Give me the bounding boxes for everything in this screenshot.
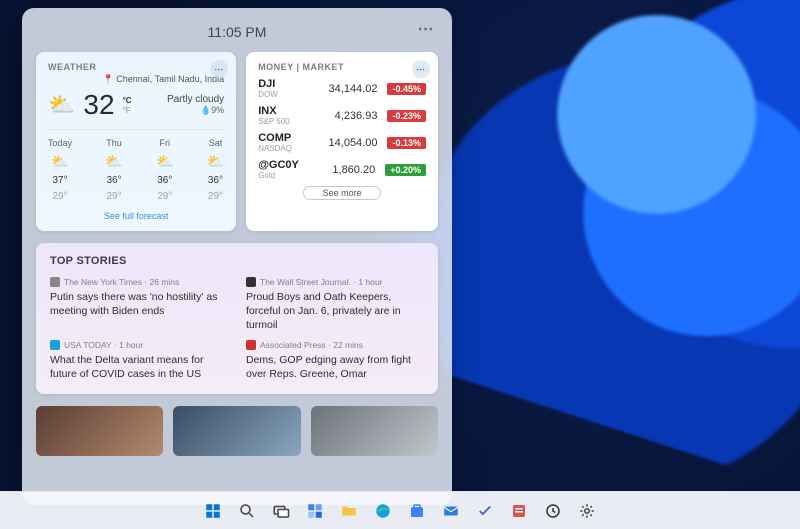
taskbar: [0, 491, 800, 529]
section-label: WEATHER: [48, 62, 224, 72]
see-more-button[interactable]: See more: [303, 186, 381, 200]
weather-card[interactable]: ⋯ WEATHER 📍 Chennai, Tamil Nadu, India ⛅…: [36, 52, 236, 231]
widgets-header: 11:05 PM ⋯: [36, 18, 438, 46]
section-label: TOP STORIES: [50, 255, 424, 267]
weather-humidity: 💧9%: [167, 105, 224, 116]
see-full-forecast-link[interactable]: See full forecast: [48, 211, 224, 221]
widgets-icon[interactable]: [301, 497, 329, 525]
market-row[interactable]: DJIDOW34,144.02-0.45%: [258, 78, 426, 99]
news-thumb[interactable]: [311, 406, 438, 456]
news-thumb[interactable]: [36, 406, 163, 456]
news-image-row: [36, 406, 438, 456]
weather-more-icon[interactable]: ⋯: [210, 60, 228, 78]
search-icon[interactable]: [233, 497, 261, 525]
market-list: DJIDOW34,144.02-0.45% INXS&P 5004,236.93-…: [258, 78, 426, 180]
store-icon[interactable]: [403, 497, 431, 525]
settings-icon[interactable]: [573, 497, 601, 525]
market-row[interactable]: COMPNASDAQ14,054.00-0.13%: [258, 132, 426, 153]
task-view-icon[interactable]: [267, 497, 295, 525]
weather-temp: 32: [83, 89, 114, 121]
story-item[interactable]: The New York Times · 26 minsPutin says t…: [50, 277, 228, 333]
weather-icon: ⛅: [48, 92, 75, 118]
top-stories-card: TOP STORIES The New York Times · 26 mins…: [36, 243, 438, 394]
file-explorer-icon[interactable]: [335, 497, 363, 525]
forecast-day[interactable]: Sat⛅36°29°: [207, 136, 224, 205]
mail-icon[interactable]: [437, 497, 465, 525]
section-label: MONEY | MARKET: [258, 62, 426, 72]
forecast-day[interactable]: Thu⛅36°29°: [105, 136, 122, 205]
pin-icon: 📍: [103, 74, 114, 84]
story-item[interactable]: Associated Press · 22 minsDems, GOP edgi…: [246, 340, 424, 381]
more-icon[interactable]: ⋯: [414, 18, 438, 40]
news-icon[interactable]: [505, 497, 533, 525]
market-row[interactable]: @GC0YGold1,860.20+0.20%: [258, 159, 426, 180]
news-thumb[interactable]: [173, 406, 300, 456]
story-item[interactable]: The Wall Street Journal. · 1 hourProud B…: [246, 277, 424, 333]
weather-forecast: Today⛅37°29° Thu⛅36°29° Fri⛅36°29° Sat⛅36°2…: [48, 129, 224, 205]
forecast-day[interactable]: Fri⛅36°29°: [156, 136, 173, 205]
weather-location: 📍 Chennai, Tamil Nadu, India: [48, 74, 224, 85]
stories-grid: The New York Times · 26 minsPutin says t…: [50, 277, 424, 382]
weather-condition: Partly cloudy: [167, 94, 224, 105]
widgets-panel: 11:05 PM ⋯ ⋯ WEATHER 📍 Chennai, Tamil Na…: [22, 8, 452, 505]
start-button[interactable]: [199, 497, 227, 525]
forecast-day[interactable]: Today⛅37°29°: [48, 136, 72, 205]
money-more-icon[interactable]: ⋯: [412, 60, 430, 78]
edge-icon[interactable]: [369, 497, 397, 525]
money-card[interactable]: ⋯ MONEY | MARKET DJIDOW34,144.02-0.45% IN…: [246, 52, 438, 231]
clock-icon[interactable]: [539, 497, 567, 525]
market-row[interactable]: INXS&P 5004,236.93-0.23%: [258, 105, 426, 126]
story-item[interactable]: USA TODAY · 1 hourWhat the Delta variant…: [50, 340, 228, 381]
todo-icon[interactable]: [471, 497, 499, 525]
unit-toggle[interactable]: °C °F: [123, 96, 132, 115]
clock-text: 11:05 PM: [208, 24, 267, 40]
